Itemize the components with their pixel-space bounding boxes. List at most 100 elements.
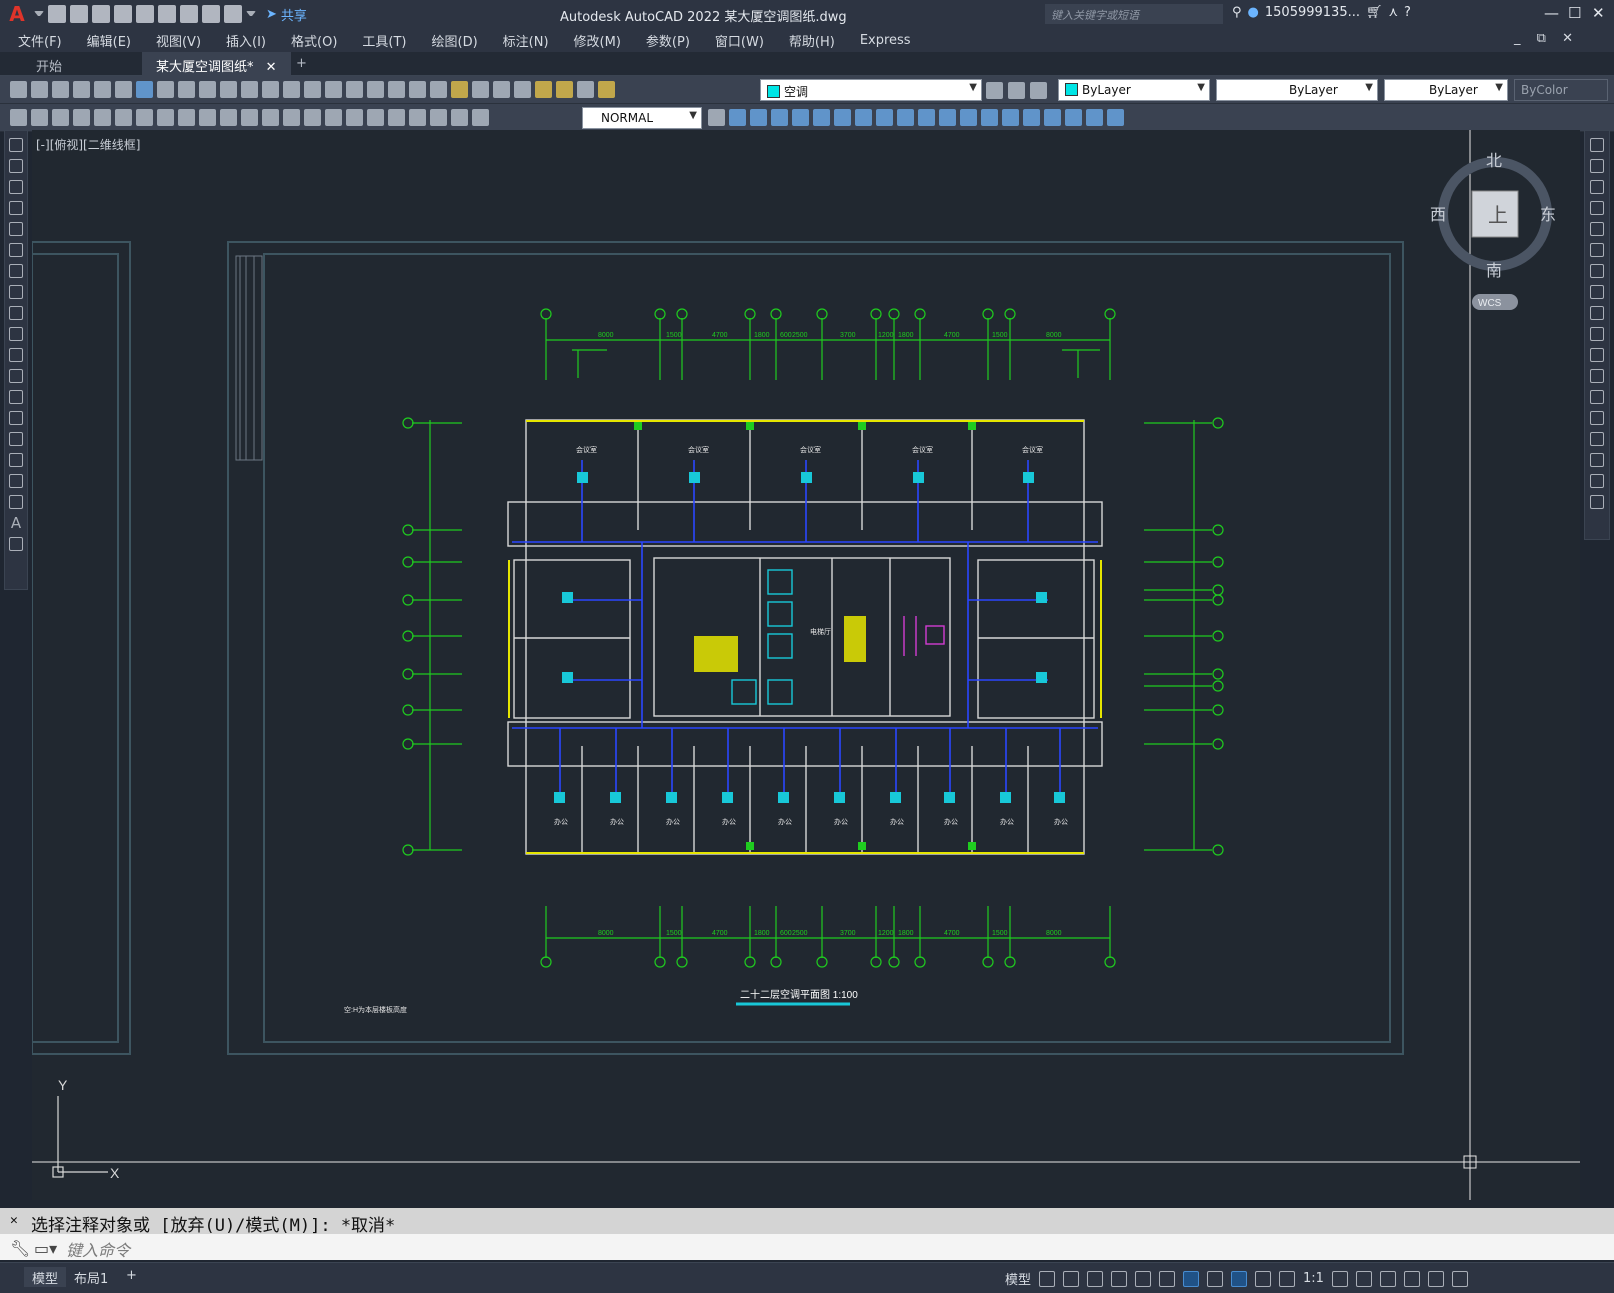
qnew-icon[interactable] [10, 81, 27, 98]
autodesk-app-icon[interactable]: ⋏ [1389, 5, 1399, 20]
text-style-select[interactable]: NORMAL ▼ [582, 107, 702, 129]
add-selected-icon[interactable] [9, 537, 23, 551]
autocad-logo-icon[interactable]: A [0, 0, 34, 28]
save-icon[interactable] [92, 5, 110, 23]
user-name[interactable]: 1505999135... [1265, 5, 1360, 20]
menu-insert[interactable]: 插入(I) [226, 31, 266, 50]
stretch-icon[interactable] [876, 109, 893, 126]
new-file-icon[interactable] [48, 5, 66, 23]
rotate-icon[interactable] [1590, 264, 1604, 278]
tab-layout1[interactable]: 布局1 [66, 1267, 116, 1287]
zoom-realtime-icon[interactable] [304, 81, 321, 98]
undo-icon[interactable] [202, 5, 220, 23]
dim-linear-icon[interactable] [73, 109, 90, 126]
lineweight-select[interactable]: ByLayer ▼ [1384, 79, 1508, 101]
compass-west[interactable]: 西 [1430, 207, 1446, 224]
erase-icon[interactable] [1590, 138, 1604, 152]
hatch-icon[interactable] [9, 432, 23, 446]
close-cmd-icon[interactable]: ✕ [10, 1213, 18, 1228]
save-web-icon[interactable] [158, 5, 176, 23]
menu-dimension[interactable]: 标注(N) [503, 31, 549, 50]
move-icon[interactable] [1590, 243, 1604, 257]
redo-icon[interactable] [262, 81, 279, 98]
save-as-icon[interactable] [114, 5, 132, 23]
offset-icon[interactable] [771, 109, 788, 126]
copy-icon[interactable] [178, 81, 195, 98]
command-input[interactable]: 🔧︎ ▭▾ 键入命令 [0, 1234, 1614, 1260]
region-icon[interactable] [9, 474, 23, 488]
compass-north[interactable]: 北 [1486, 152, 1502, 170]
scale-icon[interactable] [1590, 285, 1604, 299]
dim-continue-icon[interactable] [283, 109, 300, 126]
layer-previous-icon[interactable] [1008, 82, 1025, 99]
design-center-icon[interactable] [388, 81, 405, 98]
new-tab-button[interactable]: + [282, 52, 321, 76]
hardware-accel-icon[interactable] [1403, 1270, 1420, 1287]
break-at-point-icon[interactable] [1590, 369, 1604, 383]
menu-window[interactable]: 窗口(W) [715, 31, 764, 50]
copy-icon[interactable] [1590, 159, 1604, 173]
menu-tools[interactable]: 工具(T) [362, 31, 406, 50]
join-icon[interactable] [1590, 411, 1604, 425]
edit2-icon[interactable] [31, 109, 48, 126]
dim-radius-icon[interactable] [157, 109, 174, 126]
tool-palettes-icon[interactable] [409, 81, 426, 98]
redo-icon[interactable] [224, 5, 242, 23]
jogged-linear-icon[interactable] [409, 109, 426, 126]
menu-edit[interactable]: 编辑(E) [87, 31, 131, 50]
scale-icon[interactable] [855, 109, 872, 126]
join-icon[interactable] [960, 109, 977, 126]
mirror-icon[interactable] [1590, 180, 1604, 194]
isolate-icon[interactable] [1379, 1270, 1396, 1287]
freeze-icon[interactable] [577, 81, 594, 98]
tab-model[interactable]: 模型 [24, 1267, 67, 1287]
markup-icon[interactable] [451, 81, 468, 98]
stretch-icon[interactable] [1590, 306, 1604, 320]
drawing-canvas[interactable]: 8000 1500 4700 1800 600 2500 3700 1200 1… [31, 130, 1580, 1200]
search-input[interactable]: 键入关键字或短语 [1045, 4, 1223, 24]
undo-icon[interactable] [241, 81, 258, 98]
doc-window-controls[interactable]: _ ⧉ ✕ [1514, 31, 1579, 46]
dim-style-icon[interactable] [708, 109, 725, 126]
dim-diameter-icon[interactable] [199, 109, 216, 126]
menu-help[interactable]: 帮助(H) [789, 31, 835, 50]
dim-ordinate-icon[interactable] [136, 109, 153, 126]
compass-south[interactable]: 南 [1486, 262, 1502, 280]
help-icon[interactable] [493, 81, 510, 98]
trim-icon[interactable] [897, 109, 914, 126]
zoom-window-icon[interactable] [325, 81, 342, 98]
trim-icon[interactable] [1590, 327, 1604, 341]
model-space-toggle[interactable]: 模型 [1005, 1269, 1031, 1288]
minimize-icon[interactable]: — [1544, 4, 1559, 22]
gear-icon[interactable] [1331, 1270, 1348, 1287]
viewport-controls-label[interactable]: [-][俯视][二维线框] [36, 136, 140, 153]
gradient-icon[interactable] [9, 453, 23, 467]
cart-icon[interactable]: 🛒︎ [1366, 5, 1383, 20]
lineweight-icon[interactable] [1207, 1270, 1224, 1287]
isodraft-icon[interactable] [1135, 1270, 1152, 1287]
revcloud-icon[interactable] [9, 285, 23, 299]
add-layout-button[interactable]: + [118, 1267, 145, 1287]
line-icon[interactable] [9, 138, 23, 152]
search-icon[interactable]: ⚲ [1232, 5, 1242, 20]
tolerance-icon[interactable] [346, 109, 363, 126]
ellipse-icon[interactable] [9, 327, 23, 341]
make-current-icon[interactable] [986, 82, 1003, 99]
polar-icon[interactable] [1111, 1270, 1128, 1287]
fillet-icon[interactable] [1002, 109, 1019, 126]
rotate-icon[interactable] [834, 109, 851, 126]
menu-parametric[interactable]: 参数(P) [646, 31, 690, 50]
matchprop-icon[interactable] [220, 81, 237, 98]
color-select[interactable]: ByLayer ▼ [1058, 79, 1210, 101]
lock-icon[interactable] [598, 81, 615, 98]
circle-icon[interactable] [9, 264, 23, 278]
point-icon[interactable] [9, 411, 23, 425]
erase-icon[interactable] [1065, 109, 1082, 126]
table-icon[interactable] [9, 495, 23, 509]
maximize-icon[interactable]: ☐ [1568, 4, 1581, 22]
edit3-icon[interactable] [52, 109, 69, 126]
bulb-icon[interactable] [535, 81, 552, 98]
dim-angular-icon[interactable] [220, 109, 237, 126]
dim-edit-icon[interactable] [430, 109, 447, 126]
inspect-icon[interactable] [388, 109, 405, 126]
